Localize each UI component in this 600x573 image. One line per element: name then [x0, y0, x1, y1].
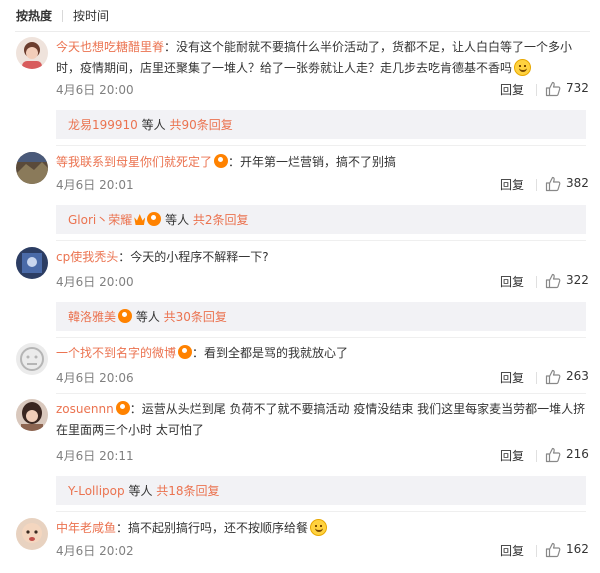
comment-username[interactable]: 等我联系到母星你们就死定了 [56, 155, 212, 169]
sub-replies-text: Y-Lollipop 等人 共18条回复 [68, 483, 220, 499]
sub-replies-bar[interactable]: Glori丶荣耀 等人 共2条回复 [56, 205, 586, 234]
reply-button[interactable]: 回复 [500, 81, 524, 98]
comment-username[interactable]: 今天也想吃糖醋里脊 [56, 40, 164, 54]
sub-replies-text: 韓洛雅美 等人 共30条回复 [68, 309, 227, 325]
sort-divider [62, 10, 63, 22]
meta-divider [536, 84, 537, 96]
sub-reply-mid: 等人 [124, 484, 157, 498]
comment-meta: 4月6日 20:00 回复 322 [56, 273, 596, 291]
thumbs-up-icon [545, 369, 561, 385]
sub-reply-username[interactable]: Glori丶荣耀 [68, 213, 132, 227]
comment-time: 4月6日 20:11 [56, 449, 134, 463]
like-count: 162 [566, 542, 589, 556]
avatar[interactable] [16, 399, 48, 431]
like-count: 322 [566, 273, 589, 287]
meta-divider [536, 276, 537, 288]
sub-reply-count[interactable]: 共90条回复 [169, 118, 232, 132]
comment-body: 今天也想吃糖醋里脊：没有这个能耐就不要搞什么半价活动了，货都不足，让人白白等了一… [56, 37, 586, 79]
comment-divider [56, 240, 586, 241]
avatar[interactable] [16, 247, 48, 279]
avatar[interactable] [16, 518, 48, 550]
comment-text: ：运营从头烂到尾 负荷不了就不要搞活动 疫情没结束 我们这里每家麦当劳都一堆人挤… [56, 402, 586, 437]
sub-reply-mid: 等人 [161, 213, 193, 227]
sub-replies-bar[interactable]: Y-Lollipop 等人 共18条回复 [56, 476, 586, 505]
meta-divider [536, 545, 537, 557]
smile-emoji-icon [514, 59, 532, 76]
header-divider [15, 31, 590, 32]
comment-body: 等我联系到母星你们就死定了 ：开年第一烂营销，搞不了别搞 [56, 152, 586, 173]
thumbs-up-icon [545, 81, 561, 97]
sub-replies-bar[interactable]: 韓洛雅美 等人 共30条回复 [56, 302, 586, 331]
comment-divider [56, 393, 586, 394]
sort-bar: 按热度 按时间 [0, 0, 600, 32]
sub-reply-mid: 等人 [132, 310, 164, 324]
verified-badge-icon [118, 309, 133, 323]
sub-replies-text: Glori丶荣耀 等人 共2条回复 [68, 212, 249, 228]
comment-meta: 4月6日 20:11 回复 216 [56, 447, 596, 465]
avatar[interactable] [16, 152, 48, 184]
like-count: 263 [566, 369, 589, 383]
sub-reply-count[interactable]: 共18条回复 [156, 484, 219, 498]
smile-emoji-icon [310, 519, 328, 536]
like-count: 382 [566, 176, 589, 190]
comment-body: cp使我秃头：今天的小程序不解释一下? [56, 247, 586, 268]
like-count: 732 [566, 81, 589, 95]
verified-badge-icon [115, 401, 130, 415]
comment-text: ：今天的小程序不解释一下? [118, 250, 269, 264]
sort-by-hot-tab[interactable]: 按热度 [16, 8, 52, 24]
comment-divider [56, 337, 586, 338]
comment-body: zosuennn ：运营从头烂到尾 负荷不了就不要搞活动 疫情没结束 我们这里每家… [56, 399, 586, 441]
sub-reply-username[interactable]: 韓洛雅美 [68, 310, 116, 324]
comment-body: 中年老咸鱼：搞不起别搞行吗，还不按顺序给餐 [56, 518, 586, 539]
reply-button[interactable]: 回复 [500, 369, 524, 386]
crown-badge-icon [134, 214, 146, 225]
thumbs-up-icon [545, 176, 561, 192]
meta-divider [536, 450, 537, 462]
sub-reply-username[interactable]: 龙易199910 [68, 118, 138, 132]
comment-meta: 4月6日 20:00 回复 732 [56, 81, 596, 99]
comment-body: 一个找不到名字的微博 ：看到全都是骂的我就放心了 [56, 343, 586, 364]
reply-button[interactable]: 回复 [500, 176, 524, 193]
meta-divider [536, 372, 537, 384]
sub-replies-text: 龙易199910 等人 共90条回复 [68, 117, 233, 133]
comment-time: 4月6日 20:00 [56, 83, 134, 97]
avatar[interactable] [16, 343, 48, 375]
comment-username[interactable]: cp使我秃头 [56, 250, 118, 264]
comment-divider [56, 511, 586, 512]
thumbs-up-icon [545, 273, 561, 289]
verified-badge-icon [178, 345, 193, 359]
sub-reply-mid: 等人 [137, 118, 170, 132]
thumbs-up-icon [545, 447, 561, 463]
comment-username[interactable]: 中年老咸鱼 [56, 521, 116, 535]
comment-username[interactable]: zosuennn [56, 402, 114, 416]
comment-time: 4月6日 20:01 [56, 178, 134, 192]
comment-text: ：开年第一烂营销，搞不了别搞 [228, 155, 397, 169]
comment-meta: 4月6日 20:01 回复 382 [56, 176, 596, 194]
comment-meta: 4月6日 20:06 回复 263 [56, 369, 596, 387]
comment-time: 4月6日 20:00 [56, 275, 134, 289]
avatar[interactable] [16, 37, 48, 69]
thumbs-up-icon [545, 542, 561, 558]
reply-button[interactable]: 回复 [500, 273, 524, 290]
sort-by-time-tab[interactable]: 按时间 [73, 8, 109, 24]
comment-time: 4月6日 20:02 [56, 544, 134, 558]
meta-divider [536, 179, 537, 191]
comment-time: 4月6日 20:06 [56, 371, 134, 385]
comment-text: ：搞不起别搞行吗，还不按顺序给餐 [116, 521, 309, 535]
reply-button[interactable]: 回复 [500, 447, 524, 464]
comment-username[interactable]: 一个找不到名字的微博 [56, 346, 176, 360]
comment-meta: 4月6日 20:02 回复 162 [56, 542, 596, 560]
sub-replies-bar[interactable]: 龙易199910 等人 共90条回复 [56, 110, 586, 139]
sub-reply-count[interactable]: 共30条回复 [164, 310, 227, 324]
comment-divider [56, 145, 586, 146]
comment-text: ：看到全都是骂的我就放心了 [192, 346, 349, 360]
verified-badge-icon [147, 212, 162, 226]
sub-reply-username[interactable]: Y-Lollipop [68, 484, 125, 498]
like-count: 216 [566, 447, 589, 461]
reply-button[interactable]: 回复 [500, 542, 524, 559]
sub-reply-count[interactable]: 共2条回复 [193, 213, 249, 227]
verified-badge-icon [214, 154, 229, 168]
